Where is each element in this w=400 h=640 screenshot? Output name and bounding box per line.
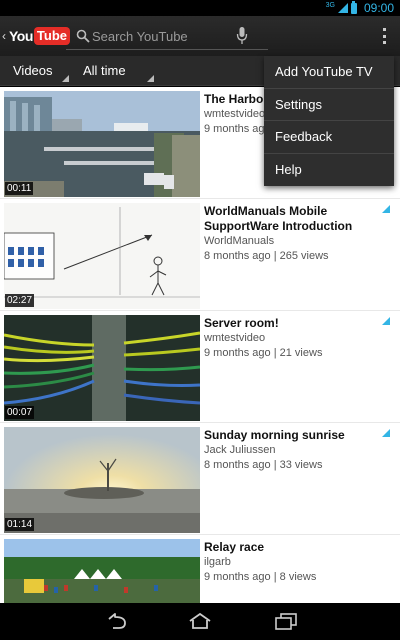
corner-indicator-icon (382, 317, 390, 325)
video-title[interactable]: Sunday morning sunrise (204, 428, 376, 443)
video-duration: 00:07 (5, 406, 35, 419)
battery-icon (350, 0, 357, 14)
video-age: 8 months ago (204, 250, 271, 262)
recent-apps-icon[interactable] (273, 611, 299, 631)
video-uploader: Jack Juliussen (204, 444, 276, 456)
status-time: 09:00 (363, 1, 394, 15)
video-views: 265 views (279, 250, 329, 262)
video-item[interactable]: 02:27 WorldManuals Mobile SupportWare In… (0, 199, 400, 311)
navigation-bar (0, 603, 400, 640)
search-bar[interactable] (66, 22, 268, 50)
video-age: 9 months ago (204, 571, 271, 583)
video-thumbnail[interactable]: 00:07 (4, 315, 200, 421)
dropdown-triangle-icon (62, 75, 69, 82)
dropdown-triangle-icon (147, 75, 154, 82)
back-chevron-icon[interactable]: ‹ (2, 29, 6, 43)
type-filter-label: Videos (13, 63, 53, 78)
video-stats: 9 months ago | 21 views (204, 347, 323, 359)
logo-tube-text: Tube (33, 27, 70, 45)
time-filter-dropdown[interactable]: All time (70, 56, 154, 86)
menu-item-settings[interactable]: Settings (264, 89, 394, 121)
video-uploader: WorldManuals (204, 235, 275, 247)
corner-indicator-icon (382, 429, 390, 437)
video-stats: 9 months ago | 8 views (204, 571, 317, 583)
video-age: 9 months ago (204, 123, 271, 135)
video-views: 33 views (279, 459, 323, 471)
overflow-menu: Add YouTube TV Settings Feedback Help (264, 56, 394, 186)
menu-item-add-youtube-tv[interactable]: Add YouTube TV (264, 56, 394, 89)
corner-indicator-icon (382, 205, 390, 213)
video-stats: 8 months ago | 33 views (204, 459, 323, 471)
video-uploader: ilgarb (204, 556, 231, 568)
video-duration: 02:27 (5, 294, 35, 307)
video-stats: 8 months ago | 265 views (204, 250, 329, 262)
search-input[interactable] (92, 26, 242, 46)
logo-you-text: You (9, 28, 33, 44)
video-age: 9 months ago (204, 347, 271, 359)
harbour-thumbnail-image (4, 91, 200, 197)
microphone-icon[interactable] (236, 26, 248, 46)
video-thumbnail[interactable] (4, 539, 200, 603)
video-duration: 00:11 (5, 182, 34, 195)
search-icon (76, 29, 90, 43)
overflow-menu-icon[interactable] (380, 26, 388, 46)
video-item[interactable]: 01:14 Sunday morning sunrise Jack Julius… (0, 423, 400, 535)
type-filter-dropdown[interactable]: Videos (0, 56, 69, 86)
video-views: 8 views (279, 571, 317, 583)
menu-item-help[interactable]: Help (264, 154, 394, 187)
video-age: 8 months ago (204, 459, 271, 471)
back-icon[interactable] (103, 611, 129, 631)
network-type-label: 3G (325, 1, 335, 9)
youtube-logo[interactable]: You Tube (9, 26, 70, 46)
video-title[interactable]: WorldManuals Mobile SupportWare Introduc… (204, 204, 376, 234)
status-indicators: 3G 09:00 (326, 0, 394, 16)
signal-icon (337, 3, 348, 13)
video-thumbnail[interactable]: 00:11 (4, 91, 200, 197)
time-filter-label: All time (83, 63, 126, 78)
video-item[interactable]: 00:07 Server room! wmtestvideo 9 months … (0, 311, 400, 423)
status-bar: 3G 09:00 (0, 0, 400, 16)
video-title[interactable]: Server room! (204, 316, 376, 331)
action-bar: ‹ You Tube (0, 16, 400, 56)
video-duration: 01:14 (5, 518, 35, 531)
home-icon[interactable] (187, 611, 213, 631)
video-thumbnail[interactable]: 02:27 (4, 203, 200, 309)
video-uploader: wmtestvideo (204, 108, 266, 120)
video-title[interactable]: Relay race (204, 540, 376, 555)
menu-item-feedback[interactable]: Feedback (264, 121, 394, 154)
video-uploader: wmtestvideo (204, 332, 266, 344)
video-views: 21 views (279, 347, 323, 359)
relay-race-thumbnail-image (4, 539, 200, 603)
video-thumbnail[interactable]: 01:14 (4, 427, 200, 533)
video-item[interactable]: Relay race ilgarb 9 months ago | 8 views (0, 535, 400, 603)
